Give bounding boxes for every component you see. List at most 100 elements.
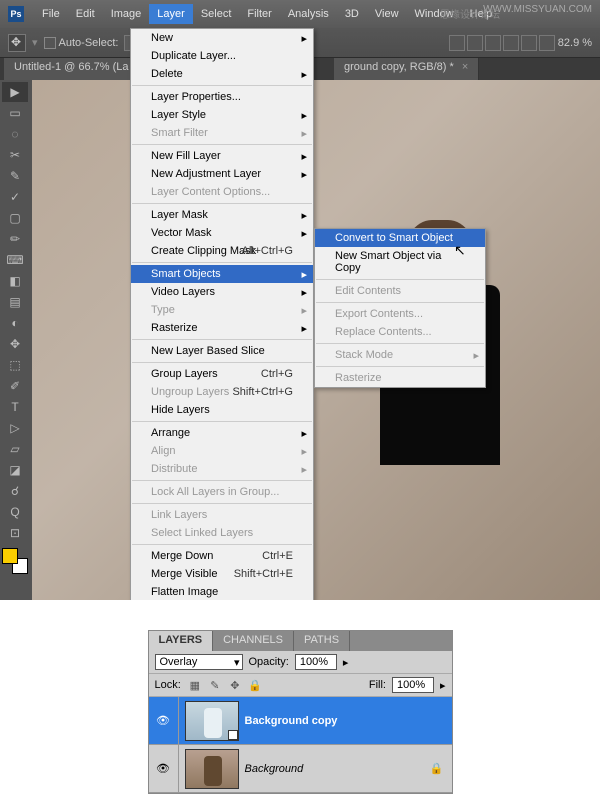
- tool-button[interactable]: ✓: [2, 187, 28, 207]
- menu-item[interactable]: Merge DownCtrl+E: [131, 547, 313, 565]
- menu-item[interactable]: Delete▸: [131, 65, 313, 83]
- tab-paths[interactable]: PATHS: [294, 631, 350, 651]
- tool-button[interactable]: ◐: [2, 313, 28, 333]
- menu-item[interactable]: Layer Mask▸: [131, 206, 313, 224]
- layer-name[interactable]: Background: [245, 763, 430, 775]
- lock-buttons[interactable]: ▦ ✎ ✥ 🔒: [187, 677, 263, 693]
- menu-item[interactable]: New Smart Object via Copy: [315, 247, 485, 277]
- menu-item: Rasterize: [315, 369, 485, 387]
- submenu-arrow-icon: ▸: [301, 68, 307, 81]
- close-icon[interactable]: ×: [462, 61, 468, 73]
- tool-button[interactable]: ▱: [2, 439, 28, 459]
- shortcut-label: Shift+Ctrl+G: [232, 386, 293, 398]
- shortcut-label: Shift+Ctrl+E: [234, 568, 293, 580]
- menu-item[interactable]: Rasterize▸: [131, 319, 313, 337]
- tool-button[interactable]: ⊡: [2, 523, 28, 543]
- separator: [316, 343, 484, 344]
- menu-item[interactable]: Create Clipping MaskAlt+Ctrl+G: [131, 242, 313, 260]
- tool-button[interactable]: ✥: [2, 334, 28, 354]
- menu-item[interactable]: Hide Layers: [131, 401, 313, 419]
- menu-item: Edit Contents: [315, 282, 485, 300]
- menu-file[interactable]: File: [34, 4, 68, 24]
- align-icons[interactable]: [449, 35, 555, 51]
- menu-item[interactable]: Layer Properties...: [131, 88, 313, 106]
- tool-button[interactable]: ☌: [2, 481, 28, 501]
- lock-icon: 🔒: [430, 762, 444, 775]
- lock-transparency-icon: ▦: [187, 677, 203, 693]
- tool-button[interactable]: ✎: [2, 166, 28, 186]
- menu-item[interactable]: Layer Style▸: [131, 106, 313, 124]
- tab-channels[interactable]: CHANNELS: [213, 631, 294, 651]
- tool-button[interactable]: ✏: [2, 229, 28, 249]
- opacity-flyout-icon[interactable]: ▸: [343, 656, 349, 669]
- color-swatches[interactable]: [2, 548, 28, 574]
- menu-item[interactable]: Group LayersCtrl+G: [131, 365, 313, 383]
- menu-item[interactable]: New Fill Layer▸: [131, 147, 313, 165]
- move-tool-icon[interactable]: [8, 34, 26, 52]
- menu-item[interactable]: New Layer Based Slice: [131, 342, 313, 360]
- visibility-icon[interactable]: 👁: [149, 697, 179, 744]
- separator: [132, 144, 312, 145]
- menu-view[interactable]: View: [367, 4, 407, 24]
- submenu-arrow-icon: ▸: [301, 304, 307, 317]
- tool-button[interactable]: ◌: [2, 124, 28, 144]
- tool-button[interactable]: ▢: [2, 208, 28, 228]
- menu-edit[interactable]: Edit: [68, 4, 103, 24]
- tool-button[interactable]: ▤: [2, 292, 28, 312]
- menu-item[interactable]: Merge VisibleShift+Ctrl+E: [131, 565, 313, 583]
- opacity-input[interactable]: 100%: [295, 654, 337, 670]
- menu-analysis[interactable]: Analysis: [280, 4, 337, 24]
- tool-button[interactable]: ⬚: [2, 355, 28, 375]
- submenu-arrow-icon: ▸: [301, 427, 307, 440]
- layer-row[interactable]: 👁 Background 🔒: [149, 745, 452, 793]
- tool-button[interactable]: ▶: [2, 82, 28, 102]
- fill-flyout-icon[interactable]: ▸: [440, 679, 446, 692]
- layer-thumbnail[interactable]: [185, 749, 239, 789]
- layers-panel: LAYERS CHANNELS PATHS Overlay Opacity: 1…: [148, 630, 453, 794]
- menu-item: Distribute▸: [131, 460, 313, 478]
- watermark-cn: 思缘设计论坛: [440, 6, 500, 21]
- menu-3d[interactable]: 3D: [337, 4, 367, 24]
- opacity-label: Opacity:: [249, 656, 289, 668]
- menu-item[interactable]: Smart Objects▸: [131, 265, 313, 283]
- layer-thumbnail[interactable]: [185, 701, 239, 741]
- menu-select[interactable]: Select: [193, 4, 240, 24]
- menu-item[interactable]: Convert to Smart Object: [315, 229, 485, 247]
- lock-pixels-icon: ✎: [207, 677, 223, 693]
- submenu-arrow-icon: ▸: [301, 109, 307, 122]
- menu-item[interactable]: Vector Mask▸: [131, 224, 313, 242]
- tool-button[interactable]: ◪: [2, 460, 28, 480]
- auto-select-checkbox[interactable]: Auto-Select:: [44, 37, 119, 49]
- menu-item[interactable]: Video Layers▸: [131, 283, 313, 301]
- menu-image[interactable]: Image: [103, 4, 150, 24]
- blend-mode-select[interactable]: Overlay: [155, 654, 243, 670]
- tool-button[interactable]: ✂: [2, 145, 28, 165]
- fill-input[interactable]: 100%: [392, 677, 434, 693]
- layer-row[interactable]: 👁 Background copy: [149, 697, 452, 745]
- shortcut-label: Ctrl+E: [262, 550, 293, 562]
- tool-button[interactable]: ◧: [2, 271, 28, 291]
- photoshop-icon: Ps: [8, 6, 24, 22]
- tab-layers[interactable]: LAYERS: [149, 631, 214, 651]
- menu-item[interactable]: Arrange▸: [131, 424, 313, 442]
- menu-filter[interactable]: Filter: [239, 4, 279, 24]
- menu-item[interactable]: Flatten Image: [131, 583, 313, 600]
- fill-label: Fill:: [369, 679, 386, 691]
- tool-button[interactable]: ⌨: [2, 250, 28, 270]
- tool-button[interactable]: T: [2, 397, 28, 417]
- separator: [132, 85, 312, 86]
- menu-item[interactable]: Duplicate Layer...: [131, 47, 313, 65]
- visibility-icon[interactable]: 👁: [149, 745, 179, 792]
- menu-item[interactable]: New▸: [131, 29, 313, 47]
- separator: [316, 302, 484, 303]
- tool-button[interactable]: ✐: [2, 376, 28, 396]
- tab-document[interactable]: ground copy, RGB/8) *×: [334, 58, 479, 80]
- menu-item[interactable]: New Adjustment Layer▸: [131, 165, 313, 183]
- menu-layer[interactable]: Layer: [149, 4, 193, 24]
- layer-name[interactable]: Background copy: [245, 715, 452, 727]
- tool-button[interactable]: ▷: [2, 418, 28, 438]
- submenu-arrow-icon: ▸: [301, 32, 307, 45]
- tool-button[interactable]: ▭: [2, 103, 28, 123]
- submenu-arrow-icon: ▸: [301, 322, 307, 335]
- tool-button[interactable]: Q: [2, 502, 28, 522]
